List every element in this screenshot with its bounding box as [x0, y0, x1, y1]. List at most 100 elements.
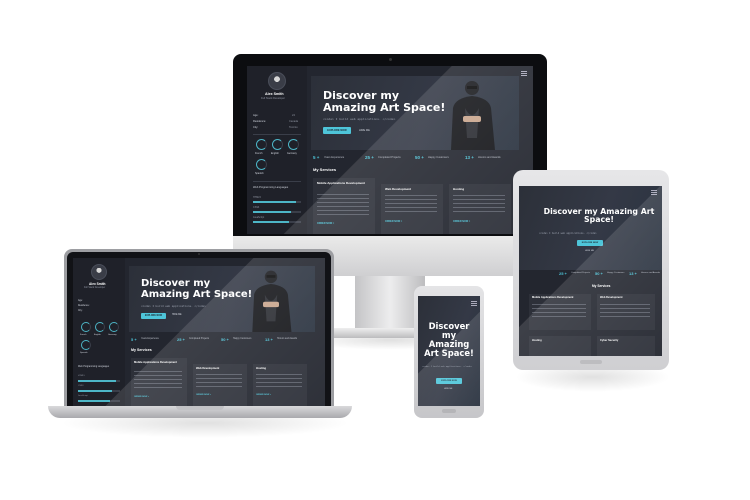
language-label: Spanish: [255, 172, 264, 175]
language-label: English: [271, 152, 279, 155]
service-card[interactable]: Hosting: [529, 336, 591, 356]
hamburger-menu-icon[interactable]: [521, 71, 527, 76]
info-value: 24: [292, 114, 295, 117]
avatar[interactable]: [91, 264, 107, 280]
language-ring: [109, 322, 119, 332]
language-ring: [256, 139, 267, 150]
hamburger-menu-icon[interactable]: [651, 190, 657, 195]
info-value: Canada: [289, 120, 299, 123]
service-card[interactable]: Mobile Applications Development ORDER NO…: [313, 178, 375, 234]
stat-number: 25 +: [365, 155, 374, 160]
explore-button[interactable]: EXPLORE NOW: [141, 313, 166, 319]
imac-camera: [389, 58, 392, 61]
tablet-home-button: [580, 360, 602, 364]
imac-screen: Alex Smith Full Stack Developer Age: 24 …: [247, 66, 533, 234]
info-label: City:: [253, 126, 259, 129]
service-card-text: [385, 195, 437, 213]
service-card-title: Mobile Applications Development: [317, 181, 365, 185]
avatar[interactable]: [268, 72, 286, 90]
explore-button[interactable]: EXPLORE NOW: [577, 240, 603, 246]
hero-banner: Discover my Amazing Art Space! <code> I …: [129, 266, 315, 332]
skill-bar: [253, 211, 301, 213]
service-card-text: [317, 194, 369, 216]
skill-label: CSS3: [78, 385, 84, 387]
order-link[interactable]: ORDER NOW >: [134, 396, 149, 398]
hero-banner: Discover my Amazing Art Space! <code> I …: [519, 186, 662, 270]
stat-number: 50 +: [221, 337, 229, 342]
hero-title: Discover my Amazing Art Space!: [141, 278, 253, 300]
skill-label: JavaScript: [253, 216, 265, 219]
hamburger-menu-icon[interactable]: [471, 301, 477, 306]
hero-code: <code> I build web applications. </code>: [422, 366, 473, 368]
service-card[interactable]: Hosting ORDER NOW >: [449, 184, 511, 234]
portrait-person-image: [451, 81, 495, 150]
order-link[interactable]: ORDER NOW >: [196, 394, 211, 396]
stat-label: Completed Projects: [571, 272, 591, 274]
service-card-text: [256, 374, 302, 388]
stat-label: Honors and Awards: [478, 156, 501, 159]
explore-button[interactable]: EXPLORE NOW: [323, 127, 351, 134]
language-ring: [81, 322, 91, 332]
language-ring: [288, 139, 299, 150]
hero-title: Discover my Amazing Art Space!: [424, 321, 474, 359]
laptop-camera: [198, 253, 200, 255]
service-card[interactable]: Web Development ORDER NOW >: [193, 364, 247, 406]
stat-label: Years Experience: [324, 156, 345, 159]
service-card[interactable]: Mobile Applications Development ORDER NO…: [131, 358, 187, 406]
profile-name: Alex Smith: [89, 282, 106, 286]
hire-me-link[interactable]: HIRE ME: [172, 314, 182, 316]
service-card[interactable]: Web Development: [597, 294, 655, 330]
skill-bar: [78, 400, 120, 402]
info-label: Residence:: [253, 120, 266, 123]
phone-home-button: [442, 409, 456, 413]
language-label: Germany: [108, 334, 117, 336]
service-card[interactable]: Cyber Security: [597, 336, 655, 356]
stat-number: 5 +: [313, 155, 320, 160]
stat-label: Happy Customers: [607, 272, 625, 274]
services-title: My Services: [313, 167, 337, 172]
hire-me-link[interactable]: HIRE ME: [359, 129, 370, 132]
sidebar: Alex Smith Full Stack Developer Age: 24 …: [247, 66, 307, 234]
language-label: French: [80, 334, 87, 336]
service-card-title: Web Development: [196, 367, 220, 370]
stat-label: Completed Projects: [189, 338, 210, 340]
hero-banner: Discover my Amazing Art Space! <code> I …: [311, 76, 519, 150]
hero-code: <code> I build web applications. </code>: [323, 117, 396, 121]
service-card[interactable]: Mobile Applications Development: [529, 294, 591, 330]
services-title: My Services: [592, 284, 611, 288]
laptop-screen: Alex Smith Full Stack Developer Age: Res…: [73, 258, 325, 406]
order-link[interactable]: ORDER NOW >: [317, 222, 334, 225]
order-link[interactable]: ORDER NOW >: [385, 220, 402, 223]
hire-me-link[interactable]: HIRE ME: [444, 388, 452, 390]
stat-number: 13 +: [629, 271, 637, 276]
service-card[interactable]: Hosting ORDER NOW >: [253, 364, 307, 406]
service-card-text: [453, 195, 505, 213]
stat-number: 13 +: [465, 155, 474, 160]
stat-number: 25 +: [177, 337, 185, 342]
service-card-title: Hosting: [532, 339, 542, 342]
service-card-title: Hosting: [256, 367, 267, 370]
skill-bar: [253, 201, 301, 203]
order-link[interactable]: ORDER NOW >: [453, 220, 470, 223]
hire-me-link[interactable]: HIRE ME: [585, 250, 594, 252]
service-card-title: Hosting: [453, 187, 465, 191]
service-card-title: Mobile Applications Development: [532, 296, 574, 299]
divider: [253, 181, 301, 182]
service-card[interactable]: Web Development ORDER NOW >: [381, 184, 443, 234]
device-mockup-stage: Alex Smith Full Stack Developer Age: 24 …: [0, 0, 750, 500]
skills-title: Web Programming Languages: [78, 366, 110, 368]
service-card-title: Web Development: [600, 296, 623, 299]
stat-number: 13 +: [265, 337, 273, 342]
language-label: English: [94, 334, 101, 336]
stat-number: 50 +: [595, 271, 603, 276]
profile-role: Full Stack Developer: [84, 287, 106, 289]
stat-label: Years Experience: [141, 338, 159, 340]
sidebar: Alex Smith Full Stack Developer Age: Res…: [73, 258, 125, 406]
skill-label: CSS3: [253, 206, 260, 209]
skill-label: JavaScript: [78, 395, 88, 397]
tablet-screen: Discover my Amazing Art Space! <code> I …: [519, 186, 662, 356]
language-ring: [256, 159, 267, 170]
order-link[interactable]: ORDER NOW >: [256, 394, 271, 396]
laptop-trackpad-notch: [176, 406, 224, 410]
explore-button[interactable]: EXPLORE NOW: [436, 378, 462, 384]
